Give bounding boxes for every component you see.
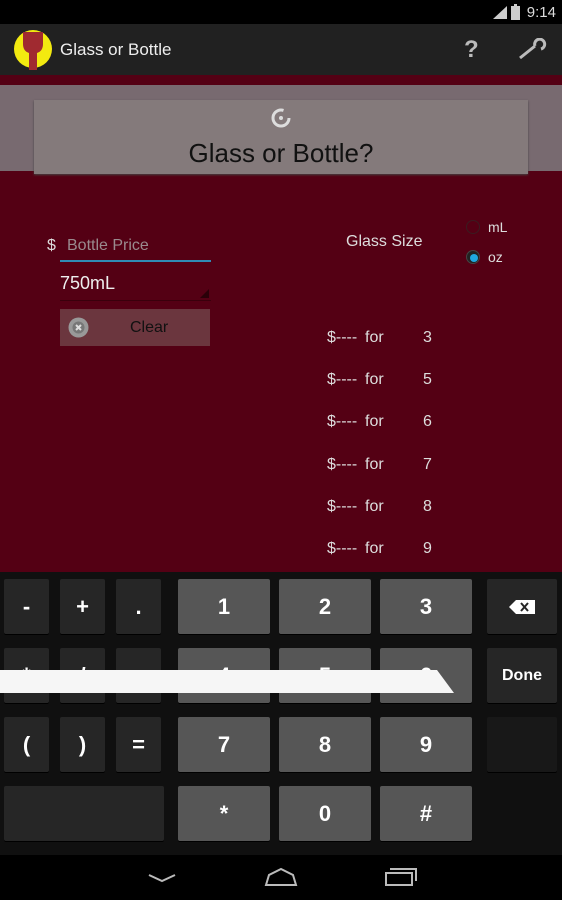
radio-oz[interactable]: [466, 250, 480, 264]
clear-icon: [68, 317, 89, 338]
key[interactable]: 2: [279, 579, 371, 634]
radio-ml[interactable]: [466, 220, 480, 234]
spinner-corner-icon: [200, 289, 209, 298]
result-for: for: [365, 329, 384, 346]
app-title: Glass or Bottle: [60, 40, 172, 59]
key[interactable]: ): [60, 717, 105, 772]
result-size: 5: [423, 371, 432, 389]
key[interactable]: 8: [279, 717, 371, 772]
back-icon[interactable]: [147, 871, 177, 885]
home-icon[interactable]: [264, 867, 298, 887]
glass-or-bottle-button[interactable]: Glass or Bottle?: [34, 100, 528, 174]
backspace-key[interactable]: [487, 579, 557, 634]
result-for: for: [365, 497, 384, 515]
key[interactable]: #: [380, 786, 472, 841]
key-blank[interactable]: [4, 786, 164, 841]
key[interactable]: -: [4, 579, 49, 634]
unit-label-ml: mL: [488, 219, 508, 235]
app-logo-icon[interactable]: [13, 28, 53, 70]
glass-size-label: Glass Size: [346, 233, 423, 250]
header-band: Glass or Bottle?: [0, 85, 562, 174]
key[interactable]: 1: [178, 579, 270, 634]
glass-or-bottle-label: Glass or Bottle?: [188, 138, 374, 168]
result-row: $---- for 6: [327, 413, 437, 433]
clear-button[interactable]: Clear: [60, 309, 210, 346]
overlay-banner: [0, 670, 454, 693]
refresh-icon: [271, 108, 291, 128]
result-size: 7: [423, 455, 432, 473]
result-price: $----: [327, 413, 358, 431]
clock: 9:14: [526, 4, 556, 21]
bottle-size-spinner[interactable]: 750mL: [60, 273, 211, 301]
action-bar: Glass or Bottle ?: [0, 24, 562, 75]
key[interactable]: 9: [380, 717, 472, 772]
result-size: 6: [423, 413, 432, 431]
key[interactable]: 0: [279, 786, 371, 841]
bottle-price-field[interactable]: [60, 231, 211, 262]
key[interactable]: 7: [178, 717, 270, 772]
result-for: for: [365, 413, 384, 431]
result-price: $----: [327, 455, 358, 473]
signal-icon: [493, 6, 507, 19]
result-for: for: [365, 455, 384, 473]
recent-apps-icon[interactable]: [384, 867, 418, 887]
bottle-price-input[interactable]: [60, 231, 211, 255]
result-size: 3: [423, 329, 432, 346]
key[interactable]: (: [4, 717, 49, 772]
result-size: 9: [423, 540, 432, 557]
question-icon[interactable]: ?: [464, 36, 479, 64]
navigation-bar: [0, 855, 562, 900]
status-bar: 9:14: [0, 0, 562, 24]
wrench-icon[interactable]: [517, 38, 547, 62]
key[interactable]: =: [116, 717, 161, 772]
currency-symbol: $: [47, 237, 56, 254]
bottle-size-value: 750mL: [60, 273, 116, 293]
result-price: $----: [327, 540, 358, 557]
result-row: $---- for 3: [327, 329, 437, 349]
key-blank-right: [487, 717, 557, 772]
unit-label-oz: oz: [488, 249, 503, 265]
result-row: $---- for 8: [327, 498, 437, 518]
keyboard: -+.123*/,456()=789*0#Done: [0, 572, 562, 855]
key[interactable]: 3: [380, 579, 472, 634]
result-price: $----: [327, 329, 358, 346]
key[interactable]: *: [178, 786, 270, 841]
key[interactable]: .: [116, 579, 161, 634]
result-row: $---- for 9: [327, 540, 437, 560]
result-row: $---- for 5: [327, 371, 437, 391]
done-key[interactable]: Done: [487, 648, 557, 703]
content-area: Glass or Bottle? $ 750mL Clear Glass Siz…: [0, 75, 562, 572]
result-price: $----: [327, 371, 358, 389]
key[interactable]: +: [60, 579, 105, 634]
result-for: for: [365, 540, 384, 557]
result-for: for: [365, 371, 384, 389]
result-price: $----: [327, 497, 358, 515]
clear-label: Clear: [130, 319, 169, 336]
backspace-icon: [509, 599, 535, 614]
result-row: $---- for 7: [327, 456, 437, 476]
battery-icon: [511, 4, 520, 20]
result-size: 8: [423, 497, 432, 515]
